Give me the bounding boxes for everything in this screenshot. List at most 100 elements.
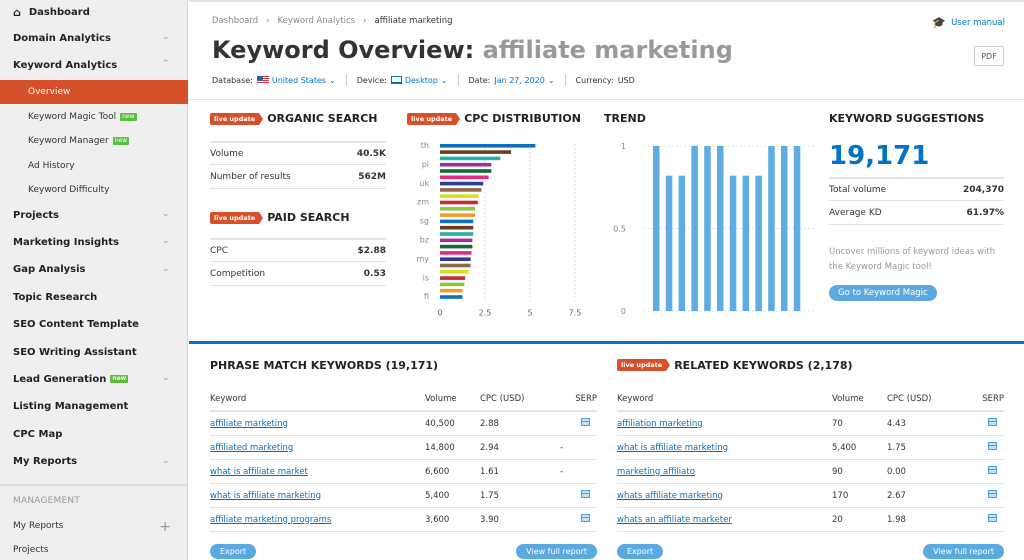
management-item-projects[interactable]: Projects bbox=[13, 545, 48, 555]
sidebar-item-keyword-analytics[interactable]: Keyword Analytics ⌃ bbox=[0, 53, 188, 77]
trend-bar[interactable] bbox=[653, 146, 660, 311]
device-dropdown[interactable]: Desktop ⌄ bbox=[390, 76, 448, 85]
cpc-bar[interactable] bbox=[440, 238, 473, 243]
sidebar-item-topic-research[interactable]: Topic Research bbox=[0, 285, 188, 309]
cpc-bar[interactable] bbox=[440, 181, 484, 186]
trend-bar[interactable] bbox=[755, 175, 762, 311]
trend-bar[interactable] bbox=[665, 175, 673, 311]
cpc-bar[interactable] bbox=[440, 219, 474, 224]
sidebar-item-lead-generation[interactable]: Lead Generation new ⌄ bbox=[0, 367, 188, 391]
phrase-view-full-report-button[interactable]: View full report bbox=[516, 544, 597, 559]
keyword-link[interactable]: marketing affiliato bbox=[617, 467, 695, 477]
page-title: Keyword Overview: affiliate marketing bbox=[212, 36, 733, 64]
serp-snapshot-icon[interactable] bbox=[988, 442, 997, 450]
trend-bar[interactable] bbox=[768, 146, 775, 311]
keyword-link[interactable]: affiliate marketing bbox=[210, 419, 288, 429]
sidebar-item-listing-management[interactable]: Listing Management bbox=[0, 395, 188, 419]
cpc-bar[interactable] bbox=[440, 295, 463, 299]
keyword-link[interactable]: affiliation marketing bbox=[617, 419, 703, 429]
column-header[interactable]: Keyword bbox=[210, 394, 425, 404]
cpc-bar[interactable] bbox=[440, 257, 471, 261]
sidebar-item-marketing-insights[interactable]: Marketing Insights ⌄ bbox=[0, 230, 188, 254]
cpc-bar[interactable] bbox=[440, 194, 479, 198]
cpc-bar[interactable] bbox=[440, 169, 492, 173]
sidebar-item-my-reports[interactable]: My Reports ⌄ bbox=[0, 450, 188, 474]
phrase-export-button[interactable]: Export bbox=[210, 544, 257, 559]
cpc-bar[interactable] bbox=[440, 156, 501, 161]
related-view-full-report-button[interactable]: View full report bbox=[923, 544, 1004, 559]
column-header[interactable]: CPC (USD) bbox=[480, 394, 560, 404]
user-manual-link[interactable]: 🎓 User manual bbox=[932, 16, 1005, 29]
sidebar-subitem-keyword-magic-tool[interactable]: Keyword Magic Tool new bbox=[0, 105, 188, 129]
cpc-bar[interactable] bbox=[440, 188, 482, 192]
sidebar-item-cpc-map[interactable]: CPC Map bbox=[0, 422, 188, 446]
keyword-link[interactable]: what is affiliate marketing bbox=[210, 491, 321, 501]
sidebar-item-gap-analysis[interactable]: Gap Analysis ⌄ bbox=[0, 258, 188, 282]
cpc-bar[interactable] bbox=[440, 207, 476, 211]
serp-snapshot-icon[interactable] bbox=[988, 490, 997, 498]
cpc-bar[interactable] bbox=[440, 251, 472, 255]
keyword-link[interactable]: whats an affiliate marketer bbox=[617, 515, 732, 525]
breadcrumb-dashboard[interactable]: Dashboard bbox=[212, 16, 258, 26]
cpc-bar[interactable] bbox=[440, 244, 473, 249]
cpc-bar[interactable] bbox=[440, 175, 489, 180]
keyword-link[interactable]: affiliated marketing bbox=[210, 443, 293, 453]
management-item-my-reports[interactable]: My Reports bbox=[13, 521, 63, 531]
column-header[interactable]: CPC (USD) bbox=[887, 394, 967, 404]
sidebar-subitem-ad-history[interactable]: Ad History bbox=[0, 154, 188, 178]
cpc-bar[interactable] bbox=[440, 232, 474, 236]
go-to-keyword-magic-button[interactable]: Go to Keyword Magic bbox=[829, 285, 937, 301]
keyword-link[interactable]: what is affiliate market bbox=[210, 467, 308, 477]
trend-bar[interactable] bbox=[742, 175, 750, 311]
trend-bar[interactable] bbox=[793, 146, 801, 311]
column-header[interactable]: Volume bbox=[832, 394, 887, 404]
serp-snapshot-icon[interactable] bbox=[988, 418, 997, 426]
column-header[interactable]: Keyword bbox=[617, 394, 832, 404]
pdf-button[interactable]: PDF bbox=[974, 46, 1004, 66]
database-dropdown[interactable]: United States ⌄ bbox=[256, 76, 336, 85]
cpc-bar[interactable] bbox=[440, 263, 471, 268]
column-header[interactable]: SERP bbox=[560, 394, 597, 404]
add-report-icon[interactable]: + bbox=[159, 519, 171, 535]
sidebar-subitem-overview[interactable]: Overview bbox=[0, 80, 188, 104]
serp-snapshot-icon[interactable] bbox=[988, 466, 997, 474]
sidebar-item-projects[interactable]: Projects ⌄ bbox=[0, 203, 188, 227]
related-export-button[interactable]: Export bbox=[617, 544, 664, 559]
trend-bar[interactable] bbox=[781, 146, 788, 311]
keyword-link[interactable]: whats affiliate marketing bbox=[617, 491, 723, 501]
sidebar-item-seo-content-template[interactable]: SEO Content Template bbox=[0, 313, 188, 337]
sidebar-item-seo-writing-assistant[interactable]: SEO Writing Assistant bbox=[0, 340, 188, 364]
volume-cell: 20 bbox=[832, 514, 843, 525]
sidebar-item-domain-analytics[interactable]: Domain Analytics ⌄ bbox=[0, 26, 188, 50]
cpc-bar[interactable] bbox=[440, 200, 478, 205]
sidebar-subitem-keyword-manager[interactable]: Keyword Manager new bbox=[0, 129, 188, 153]
keyword-link[interactable]: what is affiliate marketing bbox=[617, 443, 728, 453]
trend-bar[interactable] bbox=[729, 175, 737, 311]
serp-snapshot-icon[interactable] bbox=[581, 514, 590, 522]
breadcrumb-keyword-analytics[interactable]: Keyword Analytics bbox=[278, 16, 356, 26]
cpc-bar[interactable] bbox=[440, 225, 474, 230]
trend-bar[interactable] bbox=[691, 146, 698, 311]
serp-snapshot-icon[interactable] bbox=[581, 490, 590, 498]
cpc-bar[interactable] bbox=[440, 276, 466, 280]
cpc-bar[interactable] bbox=[440, 288, 463, 293]
keyword-suggestions-count[interactable]: 19,171 bbox=[829, 141, 1004, 177]
sidebar-item-dashboard[interactable]: ⌂ Dashboard bbox=[0, 0, 188, 24]
cpc-bar[interactable] bbox=[440, 144, 536, 148]
date-dropdown[interactable]: Jan 27, 2020 ⌄ bbox=[494, 76, 554, 85]
cpc-bar[interactable] bbox=[440, 213, 476, 217]
cpc-bar[interactable] bbox=[440, 270, 469, 274]
column-header[interactable]: Volume bbox=[425, 394, 480, 404]
trend-bar[interactable] bbox=[704, 146, 711, 311]
column-header[interactable]: SERP bbox=[967, 394, 1004, 404]
keyword-link[interactable]: affiliate marketing programs bbox=[210, 515, 331, 525]
live-update-badge: live update bbox=[210, 211, 264, 224]
cpc-bar[interactable] bbox=[440, 162, 492, 167]
serp-snapshot-icon[interactable] bbox=[581, 418, 590, 426]
sidebar-subitem-keyword-difficulty[interactable]: Keyword Difficulty bbox=[0, 178, 188, 202]
cpc-bar[interactable] bbox=[440, 150, 512, 154]
trend-bar[interactable] bbox=[717, 146, 724, 311]
cpc-bar[interactable] bbox=[440, 282, 465, 287]
trend-bar[interactable] bbox=[678, 175, 686, 311]
serp-snapshot-icon[interactable] bbox=[988, 514, 997, 522]
